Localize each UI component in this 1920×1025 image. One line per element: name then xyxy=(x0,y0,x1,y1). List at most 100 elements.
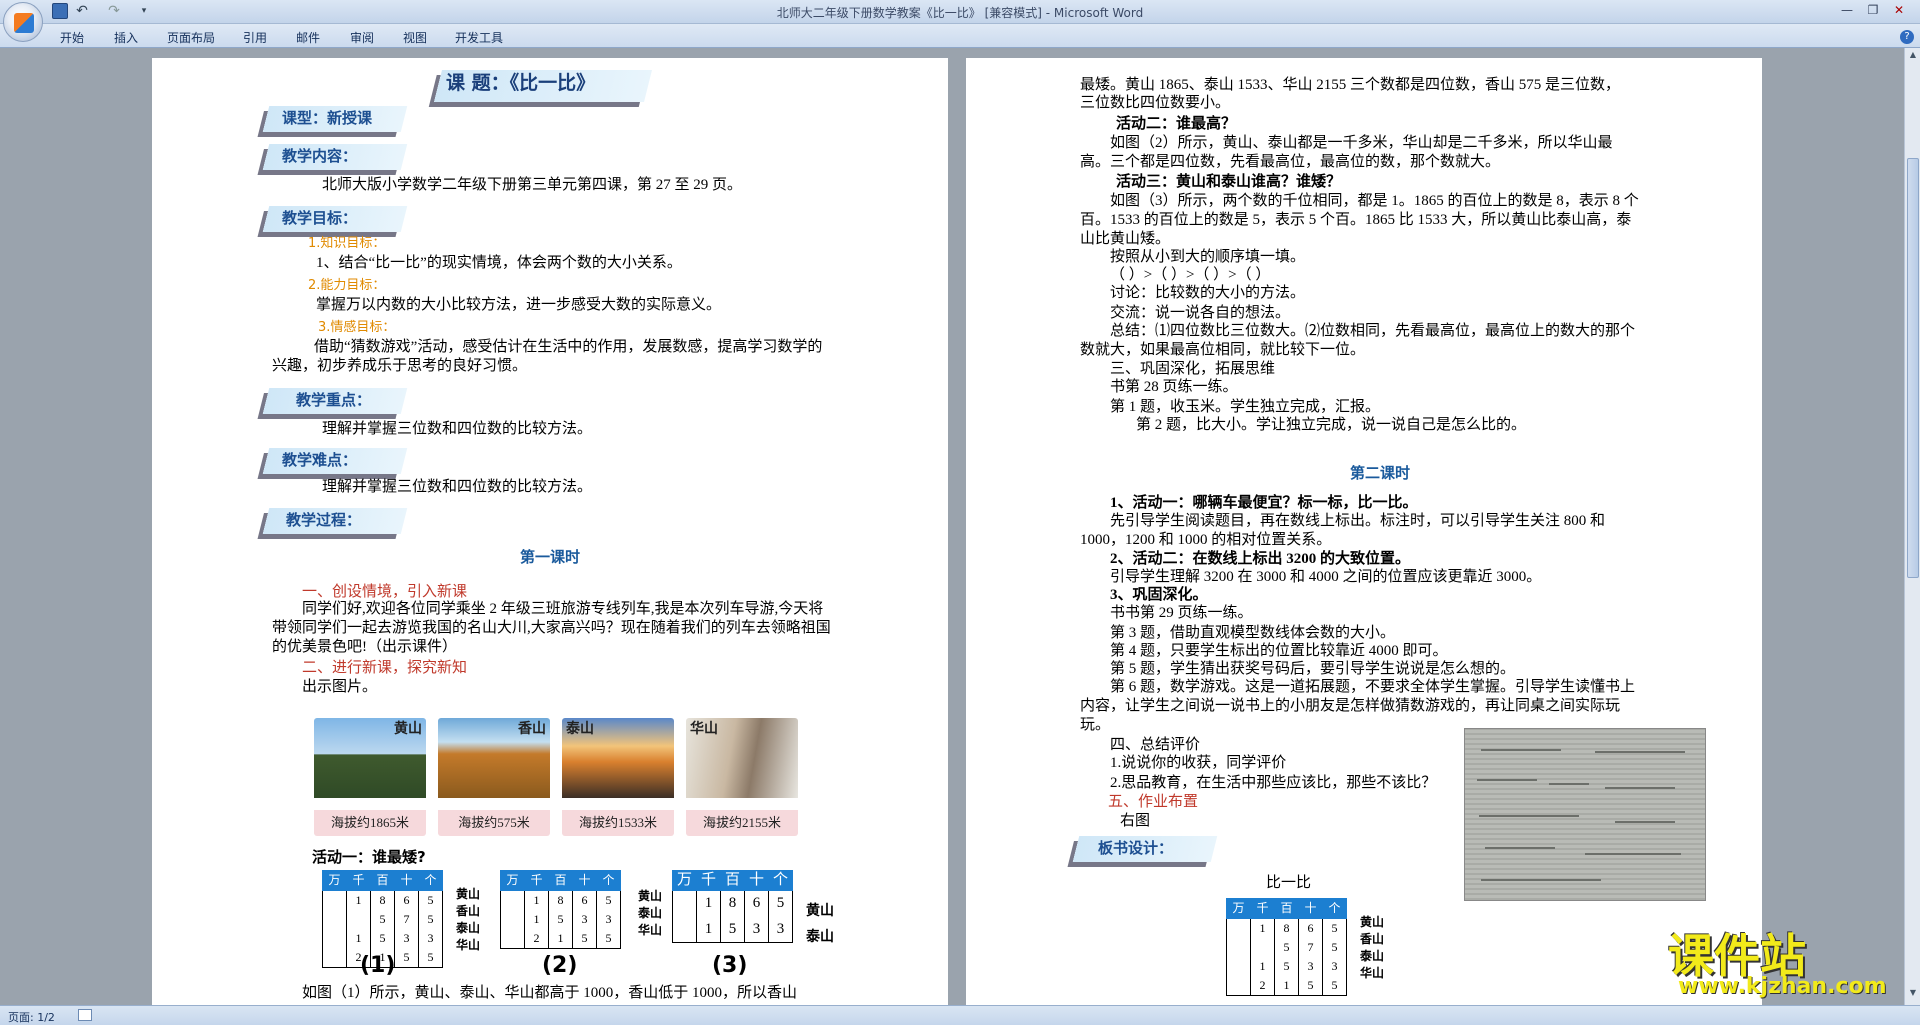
tab-page-layout[interactable]: 页面布局 xyxy=(167,29,215,46)
restore-button[interactable]: ❐ xyxy=(1862,3,1884,18)
cell: 3 xyxy=(418,929,443,948)
mountain-name: 香山 xyxy=(456,904,481,918)
cell: 3 xyxy=(744,916,769,943)
cell: 1 xyxy=(1250,918,1275,938)
cell: 1 xyxy=(696,890,721,917)
head-cell: 万 xyxy=(500,870,525,891)
scroll-down-icon[interactable]: ▼ xyxy=(1907,988,1919,1000)
head-cell: 千 xyxy=(1250,898,1275,919)
head-cell: 十 xyxy=(1298,898,1323,919)
window-title: 北师大二年级下册数学教案《比一比》 [兼容模式] - Microsoft Wor… xyxy=(776,6,1144,20)
section-1-heading: 一、创设情境，引入新课 xyxy=(302,582,468,600)
activity-3-heading: 活动三：黄山和泰山谁高？谁矮？ xyxy=(1116,172,1342,190)
minimize-button[interactable]: — xyxy=(1836,3,1858,18)
b-activity-1-text: 先引导学生阅读题目，再在数线上标出。标注时，可以引导学生关注 800 和 100… xyxy=(1080,513,1606,548)
head-cell: 千 xyxy=(346,870,371,891)
key-point-text: 理解并掌握三位数和四位数的比较方法。 xyxy=(322,421,593,437)
cell xyxy=(1226,957,1251,976)
page-indicator[interactable]: 页面: 1/2 xyxy=(8,1009,55,1025)
vertical-scrollbar[interactable]: ▲ ▼ xyxy=(1904,48,1920,1005)
practice-q2: 第 2 题，比大小。学让独立完成，说一说自己是怎么比的。 xyxy=(1136,417,1527,433)
cell: 3 xyxy=(596,910,621,929)
lesson-title: 课 题：《比一比》 xyxy=(446,72,596,94)
close-button[interactable]: ✕ xyxy=(1888,3,1910,18)
section-2-heading: 二、进行新课，探究新知 xyxy=(302,658,468,676)
cell: 2 xyxy=(524,929,549,949)
cell: 5 xyxy=(418,910,443,929)
scroll-up-icon[interactable]: ▲ xyxy=(1907,50,1919,62)
emotion-goal-text: 借助“猜数游戏”活动，感受估计在生活中的作用，发展数感，提高学习数学的兴趣，初步… xyxy=(272,339,823,374)
goals-heading: 教学目标： xyxy=(282,209,358,227)
head-cell: 个 xyxy=(596,870,621,891)
cell: 3 xyxy=(394,929,419,948)
cell: 3 xyxy=(572,910,597,929)
cell: 3 xyxy=(1322,957,1347,976)
cell xyxy=(500,890,525,910)
table-2-names: 黄山 泰山 华山 xyxy=(638,888,662,939)
section-1-text: 同学们好,欢迎各位同学乘坐 2 年级三班旅游专线列车,我是本次列车导游,今天将带… xyxy=(272,601,831,655)
content-heading: 教学内容： xyxy=(282,147,358,165)
summary-item-1: 1.说说你的收获，同学评价 xyxy=(1110,755,1287,771)
cell: 5 xyxy=(418,948,443,968)
cell: 6 xyxy=(744,890,769,917)
mountain-name: 泰山 xyxy=(456,921,481,935)
cell xyxy=(672,916,697,943)
mountain-name: 香山 xyxy=(1360,932,1385,946)
cell: 5 xyxy=(370,910,395,929)
cell xyxy=(1226,976,1251,996)
emotion-goal-label: 3.情感目标： xyxy=(318,320,396,335)
right-figure-note: 右图 xyxy=(1120,813,1151,829)
head-cell: 千 xyxy=(524,870,549,891)
cell: 2 xyxy=(1250,976,1275,996)
mountain-name: 泰山 xyxy=(1360,949,1385,963)
tab-view[interactable]: 视图 xyxy=(403,29,427,46)
show-pictures-text: 出示图片。 xyxy=(302,679,378,695)
tab-insert[interactable]: 插入 xyxy=(114,29,138,46)
tab-home[interactable]: 开始 xyxy=(60,29,84,46)
table-1-names: 黄山 香山 泰山 华山 xyxy=(456,886,480,954)
photo-caption: 海拔约2155米 xyxy=(686,810,798,836)
cell xyxy=(1250,938,1275,957)
practice-q5: 第 5 题，学生猜出获奖号码后，要引导学生说说是怎么想的。 xyxy=(1110,661,1516,677)
photo-xiangshan: 香山 海拔约575米 xyxy=(438,718,550,836)
mountain-name: 黄山 xyxy=(806,903,834,919)
cell: 3 xyxy=(768,916,793,943)
knowledge-goal-text: 1、结合“比一比”的现实情境，体会两个数的大小关系。 xyxy=(316,255,682,271)
cell: 8 xyxy=(720,890,745,917)
b-activity-1-heading: 1、活动一：哪辆车最便宜？标一标，比一比。 xyxy=(1110,495,1418,511)
help-icon[interactable]: ? xyxy=(1900,30,1914,44)
place-value-table-2: 万千百十个 1865 1533 2155 xyxy=(500,870,621,949)
head-cell: 万 xyxy=(322,870,347,891)
board-design-heading: 板书设计： xyxy=(1098,839,1174,857)
mountain-name: 黄山 xyxy=(638,889,663,903)
mountain-name: 黄山 xyxy=(1360,915,1385,929)
lesson-type: 课型：新授课 xyxy=(282,109,373,127)
document-page-1: 课 题：《比一比》 课型：新授课 教学内容： 北师大版小学数学二年级下册第三单元… xyxy=(152,58,948,1005)
office-button[interactable] xyxy=(3,2,43,42)
photo-huangshan: 黄山 海拔约1865米 xyxy=(314,718,426,836)
office-logo-icon xyxy=(14,13,34,33)
ribbon-tabs: 开始 插入 页面布局 引用 邮件 审阅 视图 开发工具 ? xyxy=(0,24,1920,48)
macro-record-icon[interactable] xyxy=(78,1009,92,1021)
practice-q3: 第 3 题，借助直观模型数线体会数的大小。 xyxy=(1110,625,1396,641)
text-line: 三位数比四位数要小。 xyxy=(1080,95,1231,111)
tab-review[interactable]: 审阅 xyxy=(350,29,374,46)
head-cell: 个 xyxy=(418,870,443,891)
practice-p28: 书第 28 页练一练。 xyxy=(1110,379,1238,395)
table-3-names: 黄山 泰山 xyxy=(806,898,834,950)
blackboard-photo xyxy=(1464,728,1706,901)
order-instruction: 按照从小到大的顺序填一填。 xyxy=(1110,249,1306,265)
head-cell: 个 xyxy=(768,870,793,891)
section-4-heading: 四、总结评价 xyxy=(1110,737,1201,753)
tab-references[interactable]: 引用 xyxy=(243,29,267,46)
tab-mailings[interactable]: 邮件 xyxy=(296,29,320,46)
b-activity-2-text: 引导学生理解 3200 在 3000 和 4000 之间的位置应该更靠近 300… xyxy=(1110,569,1542,585)
figure-caption-1: (1) xyxy=(360,953,396,978)
activity-1-heading: 活动一：谁最矮? xyxy=(312,848,426,866)
mountain-name: 华山 xyxy=(1360,966,1385,980)
scroll-thumb[interactable] xyxy=(1907,158,1919,578)
photo-label: 黄山 xyxy=(394,721,422,737)
tab-developer[interactable]: 开发工具 xyxy=(455,29,503,46)
content-text: 北师大版小学数学二年级下册第三单元第四课，第 27 至 29 页。 xyxy=(322,177,743,193)
board-table: 万千百十个 1865 575 1533 2155 xyxy=(1226,898,1347,996)
